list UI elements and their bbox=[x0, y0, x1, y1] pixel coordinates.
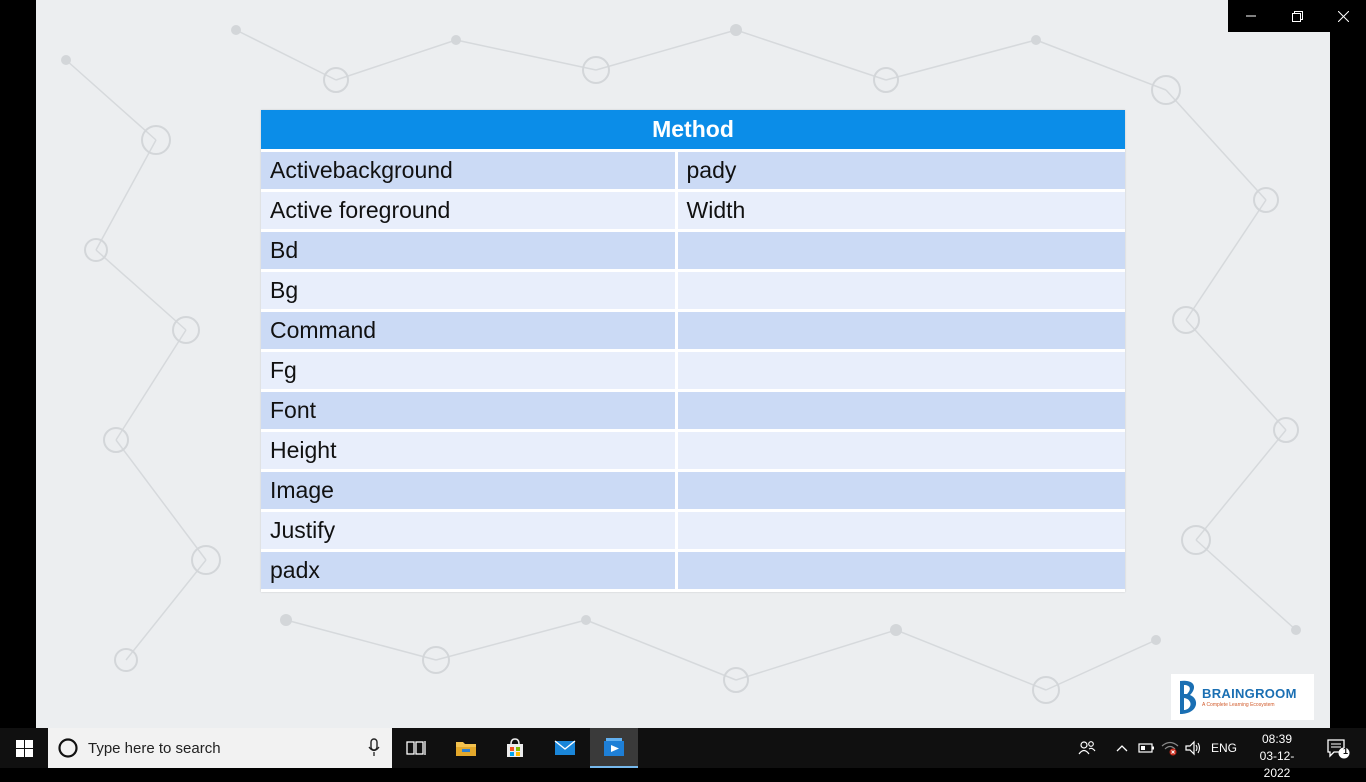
table-cell-col1: Justify bbox=[261, 510, 678, 552]
clock[interactable]: 08:39 03-12-2022 bbox=[1254, 731, 1300, 782]
taskbar: Type here to search ENG 08:39 03-12-2022… bbox=[0, 728, 1366, 780]
close-button[interactable] bbox=[1320, 0, 1366, 32]
table-row: Font bbox=[261, 390, 1125, 432]
window-controls bbox=[1228, 0, 1366, 32]
table-body: Activebackground pady Active foreground Wid… bbox=[261, 150, 1125, 592]
mail-button[interactable] bbox=[541, 728, 589, 768]
search-placeholder: Type here to search bbox=[88, 739, 221, 757]
minimize-icon bbox=[1246, 15, 1256, 17]
restore-icon bbox=[1291, 10, 1303, 22]
table-row: Bd bbox=[261, 230, 1125, 272]
network-button[interactable] bbox=[1160, 728, 1180, 768]
table-cell-col2 bbox=[676, 390, 1125, 432]
volume-button[interactable] bbox=[1184, 728, 1204, 768]
table-row: padx bbox=[261, 550, 1125, 592]
table-cell-col2 bbox=[676, 230, 1125, 272]
table-row: Command bbox=[261, 310, 1125, 352]
language-indicator[interactable]: ENG bbox=[1209, 728, 1239, 768]
table-row: Activebackground pady bbox=[261, 150, 1125, 192]
network-disconnected-icon bbox=[1161, 741, 1179, 756]
battery-icon bbox=[1138, 743, 1154, 753]
table-row: Active foreground Width bbox=[261, 190, 1125, 232]
clock-date: 03-12-2022 bbox=[1259, 749, 1295, 780]
clock-time: 08:39 bbox=[1261, 732, 1293, 746]
file-explorer-button[interactable] bbox=[442, 728, 490, 768]
table-cell-col2 bbox=[676, 430, 1125, 472]
microphone-icon[interactable] bbox=[368, 738, 380, 758]
start-button[interactable] bbox=[0, 728, 48, 768]
people-icon bbox=[1078, 741, 1096, 755]
table-header: Method bbox=[261, 110, 1125, 152]
store-icon bbox=[507, 738, 523, 757]
taskbar-search[interactable]: Type here to search bbox=[48, 728, 392, 768]
folder-icon bbox=[456, 742, 476, 756]
logo-tagline: A Complete Learning Ecosystem bbox=[1202, 702, 1275, 708]
table-row: Height bbox=[261, 430, 1125, 472]
table-cell-col2: Width bbox=[676, 190, 1125, 232]
table-cell-col1: Fg bbox=[261, 350, 678, 392]
windows-icon bbox=[15, 739, 33, 757]
action-center-button[interactable]: 1 bbox=[1320, 728, 1356, 768]
table-cell-col2 bbox=[676, 270, 1125, 312]
cortana-icon bbox=[58, 738, 78, 758]
media-player-icon bbox=[604, 738, 624, 756]
table-cell-col1: Bg bbox=[261, 270, 678, 312]
method-table: Method Activebackground pady Active foregr… bbox=[261, 110, 1125, 592]
table-cell-col2 bbox=[676, 350, 1125, 392]
table-cell-col2 bbox=[676, 470, 1125, 512]
table-cell-col1: Activebackground bbox=[261, 150, 678, 192]
table-cell-col2: pady bbox=[676, 150, 1125, 192]
show-hidden-icons-button[interactable] bbox=[1113, 728, 1131, 768]
table-cell-col1: Image bbox=[261, 470, 678, 512]
table-cell-col1: Bd bbox=[261, 230, 678, 272]
table-cell-col2 bbox=[676, 550, 1125, 592]
restore-button[interactable] bbox=[1274, 0, 1320, 32]
table-cell-col1: Command bbox=[261, 310, 678, 352]
table-cell-col2 bbox=[676, 310, 1125, 352]
table-row: Fg bbox=[261, 350, 1125, 392]
task-view-button[interactable] bbox=[392, 728, 440, 768]
store-button[interactable] bbox=[491, 728, 539, 768]
table-row: Bg bbox=[261, 270, 1125, 312]
braingroom-logo-icon bbox=[1180, 680, 1197, 714]
minimize-button[interactable] bbox=[1228, 0, 1274, 32]
table-cell-col1: Active foreground bbox=[261, 190, 678, 232]
battery-button[interactable] bbox=[1137, 728, 1157, 768]
speaker-icon bbox=[1185, 740, 1201, 756]
table-cell-col2 bbox=[676, 510, 1125, 552]
people-button[interactable] bbox=[1076, 728, 1098, 768]
notification-count: 1 bbox=[1343, 746, 1349, 756]
table-header-row: Method bbox=[261, 110, 1125, 152]
table-cell-col1: Font bbox=[261, 390, 678, 432]
close-icon bbox=[1337, 10, 1349, 22]
table-cell-col1: padx bbox=[261, 550, 678, 592]
table-row: Justify bbox=[261, 510, 1125, 552]
logo-name: BRAINGROOM bbox=[1202, 686, 1297, 701]
mail-icon bbox=[554, 740, 576, 755]
table-cell-col1: Height bbox=[261, 430, 678, 472]
task-view-icon bbox=[406, 741, 426, 755]
chevron-up-icon bbox=[1116, 745, 1128, 752]
media-player-button[interactable] bbox=[590, 728, 638, 768]
braingroom-logo: BRAINGROOM A Complete Learning Ecosystem bbox=[1171, 674, 1314, 720]
table-row: Image bbox=[261, 470, 1125, 512]
